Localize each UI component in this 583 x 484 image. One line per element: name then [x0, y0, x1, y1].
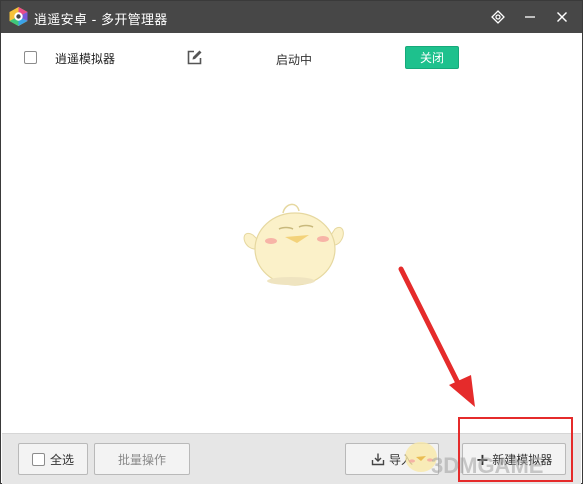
multi-instance-manager-window: 逍遥安卓 - 多开管理器 逍遥模拟器 启动中 关闭 全选 批量操作 导入 + 新…	[0, 0, 583, 484]
new-emulator-label: 新建模拟器	[492, 452, 553, 467]
window-title: 逍遥安卓 - 多开管理器	[34, 13, 168, 28]
import-icon	[371, 453, 385, 466]
instance-checkbox[interactable]	[24, 51, 37, 64]
close-icon	[557, 12, 567, 22]
instance-name: 逍遥模拟器	[55, 52, 116, 66]
settings-button[interactable]	[483, 1, 513, 33]
minimize-button[interactable]	[515, 1, 545, 33]
title-bar: 逍遥安卓 - 多开管理器	[1, 1, 582, 33]
footer-bar: 全选 批量操作 导入 + 新建模拟器	[2, 433, 581, 484]
minimize-icon	[525, 16, 535, 18]
mascot-chick-image	[243, 203, 344, 286]
new-emulator-button[interactable]: + 新建模拟器	[462, 443, 566, 475]
select-all-button[interactable]: 全选	[18, 443, 88, 475]
red-pointer-arrow	[398, 266, 475, 407]
xiaoyao-logo-icon	[9, 7, 28, 26]
close-window-button[interactable]	[547, 1, 577, 33]
plus-icon: +	[475, 449, 490, 469]
batch-operation-button[interactable]: 批量操作	[94, 443, 190, 475]
import-label: 导入	[388, 452, 413, 467]
edit-icon[interactable]	[186, 49, 203, 66]
settings-icon	[491, 10, 505, 24]
close-instance-button[interactable]: 关闭	[405, 46, 459, 69]
instance-row: 逍遥模拟器 启动中 关闭	[2, 41, 581, 73]
import-button[interactable]: 导入	[345, 443, 439, 475]
instance-status: 启动中	[276, 53, 313, 67]
select-all-label: 全选	[49, 452, 74, 467]
select-all-checkbox[interactable]	[31, 452, 45, 466]
